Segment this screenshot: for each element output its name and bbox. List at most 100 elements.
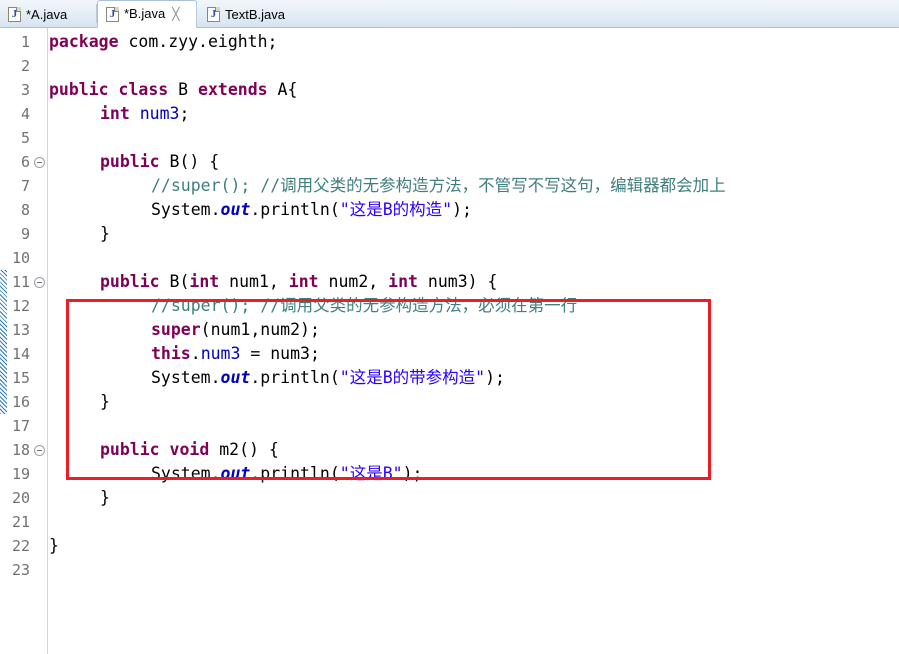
code-token-pln: ); [485, 368, 505, 387]
code-line[interactable]: System.out.println("这是B的构造"); [49, 198, 472, 222]
fold-collapse-icon[interactable] [34, 157, 45, 168]
code-line[interactable]: public B(int num1, int num2, int num3) { [49, 270, 497, 294]
code-token-str: "这是B的带参构造" [339, 368, 486, 387]
line-number: 5 [20, 129, 30, 147]
code-line[interactable]: } [49, 390, 110, 414]
line-number: 18 [11, 441, 30, 459]
close-icon[interactable]: ╳ [172, 7, 179, 21]
code-token-kw: class [118, 80, 169, 99]
java-icon-letter: J [210, 8, 217, 20]
code-line[interactable]: public B() { [49, 150, 219, 174]
code-surface[interactable]: package com.zyy.eighth; public class B ex… [49, 28, 899, 654]
code-token-pln: ; [179, 104, 190, 123]
line-number: 14 [11, 345, 30, 363]
code-token-pln: System. [151, 200, 221, 219]
code-line[interactable]: } [49, 222, 110, 246]
code-line[interactable]: //super(); //调用父类的无参构造方法，不管写不写这句，编辑器都会加上 [49, 174, 726, 198]
code-token-fld: num3 [200, 344, 241, 363]
code-line[interactable]: public void m2() { [49, 438, 279, 462]
line-number: 15 [11, 369, 30, 387]
code-token-pln: com.zyy.eighth; [118, 32, 278, 51]
editor-tab-ajava[interactable]: J *A.java [0, 1, 95, 28]
code-token-kw: public [49, 80, 109, 99]
editor-tab-label: *A.java [26, 6, 68, 22]
code-token-fld: num3 [139, 104, 180, 123]
code-editor[interactable]: 1 2 3 4 5 6 7 8 9 10 11 12 13 14 15 16 17 18 19 20 21 22 23 pa… [0, 28, 899, 654]
java-file-icon: J [8, 7, 21, 22]
code-token-kw: int [388, 272, 418, 291]
line-number: 1 [20, 33, 30, 51]
code-token-kw: void [169, 440, 210, 459]
code-line[interactable]: package com.zyy.eighth; [49, 30, 278, 54]
line-number-gutter[interactable]: 1 2 3 4 5 6 7 8 9 10 11 12 13 14 15 16 17 18 19 20 21 22 23 [7, 28, 48, 654]
code-token-kw: extends [198, 80, 268, 99]
fold-collapse-icon[interactable] [34, 445, 45, 456]
editor-tab-label: TextB.java [225, 6, 285, 22]
code-line[interactable]: System.out.println("这是B的带参构造"); [49, 366, 505, 390]
line-number: 23 [11, 561, 30, 579]
code-token-pln: System. [151, 464, 221, 483]
code-token-pln: B( [159, 272, 190, 291]
code-token-kw: this [151, 344, 191, 363]
line-number: 21 [11, 513, 30, 531]
line-number: 3 [20, 81, 30, 99]
code-token-pln: } [100, 488, 110, 507]
code-line[interactable]: this.num3 = num3; [49, 342, 320, 366]
tab-separator [196, 4, 197, 23]
code-token-str: "这是B" [339, 464, 403, 483]
java-icon-letter: J [109, 7, 116, 20]
code-token-pln: } [100, 224, 110, 243]
code-token-pln: System. [151, 368, 221, 387]
editor-tab-label: *B.java [124, 6, 166, 21]
code-token-pln: (num1,num2); [200, 320, 320, 339]
line-number: 9 [20, 225, 30, 243]
code-token-cmt: //super(); //调用父类的无参构造方法，不管写不写这句，编辑器都会加上 [151, 176, 726, 195]
code-token-pln: . [190, 344, 201, 363]
code-token-stc: out [220, 368, 251, 387]
code-token-pln: num3) { [417, 272, 498, 291]
code-token-stc: out [220, 464, 251, 483]
code-line[interactable]: super(num1,num2); [49, 318, 320, 342]
code-token-pln [160, 440, 170, 459]
code-token-kw: package [49, 32, 119, 51]
code-token-pln: B() { [159, 152, 220, 171]
code-token-pln: = num3; [240, 344, 320, 363]
code-token-pln: .println( [250, 200, 340, 219]
line-number: 13 [11, 321, 30, 339]
code-token-pln: A{ [267, 80, 298, 99]
code-token-pln: num2, [318, 272, 389, 291]
code-token-kw: public [100, 272, 160, 291]
code-token-pln: num1, [219, 272, 289, 291]
code-token-pln [109, 80, 119, 99]
code-token-kw: int [189, 272, 220, 291]
code-line[interactable]: //super(); //调用父类的无参构造方法，必须在第一行 [49, 294, 577, 318]
code-line[interactable]: public class B extends A{ [49, 78, 297, 102]
editor-tab-textbjava[interactable]: J TextB.java [199, 1, 307, 28]
line-number: 16 [11, 393, 30, 411]
line-number: 7 [20, 177, 30, 195]
line-number: 12 [11, 297, 30, 315]
code-line[interactable]: System.out.println("这是B"); [49, 462, 422, 486]
line-number: 20 [11, 489, 30, 507]
line-number: 8 [20, 201, 30, 219]
line-number: 11 [11, 273, 30, 291]
code-token-kw: int [100, 104, 130, 123]
line-number: 19 [11, 465, 30, 483]
tab-separator [96, 4, 97, 23]
java-file-icon: J [106, 6, 119, 22]
code-token-pln: B [168, 80, 199, 99]
editor-tab-bjava[interactable]: J *B.java ╳ [97, 0, 197, 28]
code-token-stc: out [220, 200, 251, 219]
code-token-kw: super [151, 320, 201, 339]
line-number: 22 [11, 537, 30, 555]
java-icon-letter: J [11, 8, 18, 20]
code-line[interactable]: } [49, 486, 110, 510]
code-token-pln: .println( [250, 464, 340, 483]
java-file-icon: J [207, 7, 220, 22]
code-line[interactable]: } [49, 534, 59, 558]
fold-collapse-icon[interactable] [34, 277, 45, 288]
code-line[interactable]: int num3; [49, 102, 189, 126]
line-number: 2 [20, 57, 30, 75]
code-token-kw: int [288, 272, 319, 291]
line-number: 4 [20, 105, 30, 123]
